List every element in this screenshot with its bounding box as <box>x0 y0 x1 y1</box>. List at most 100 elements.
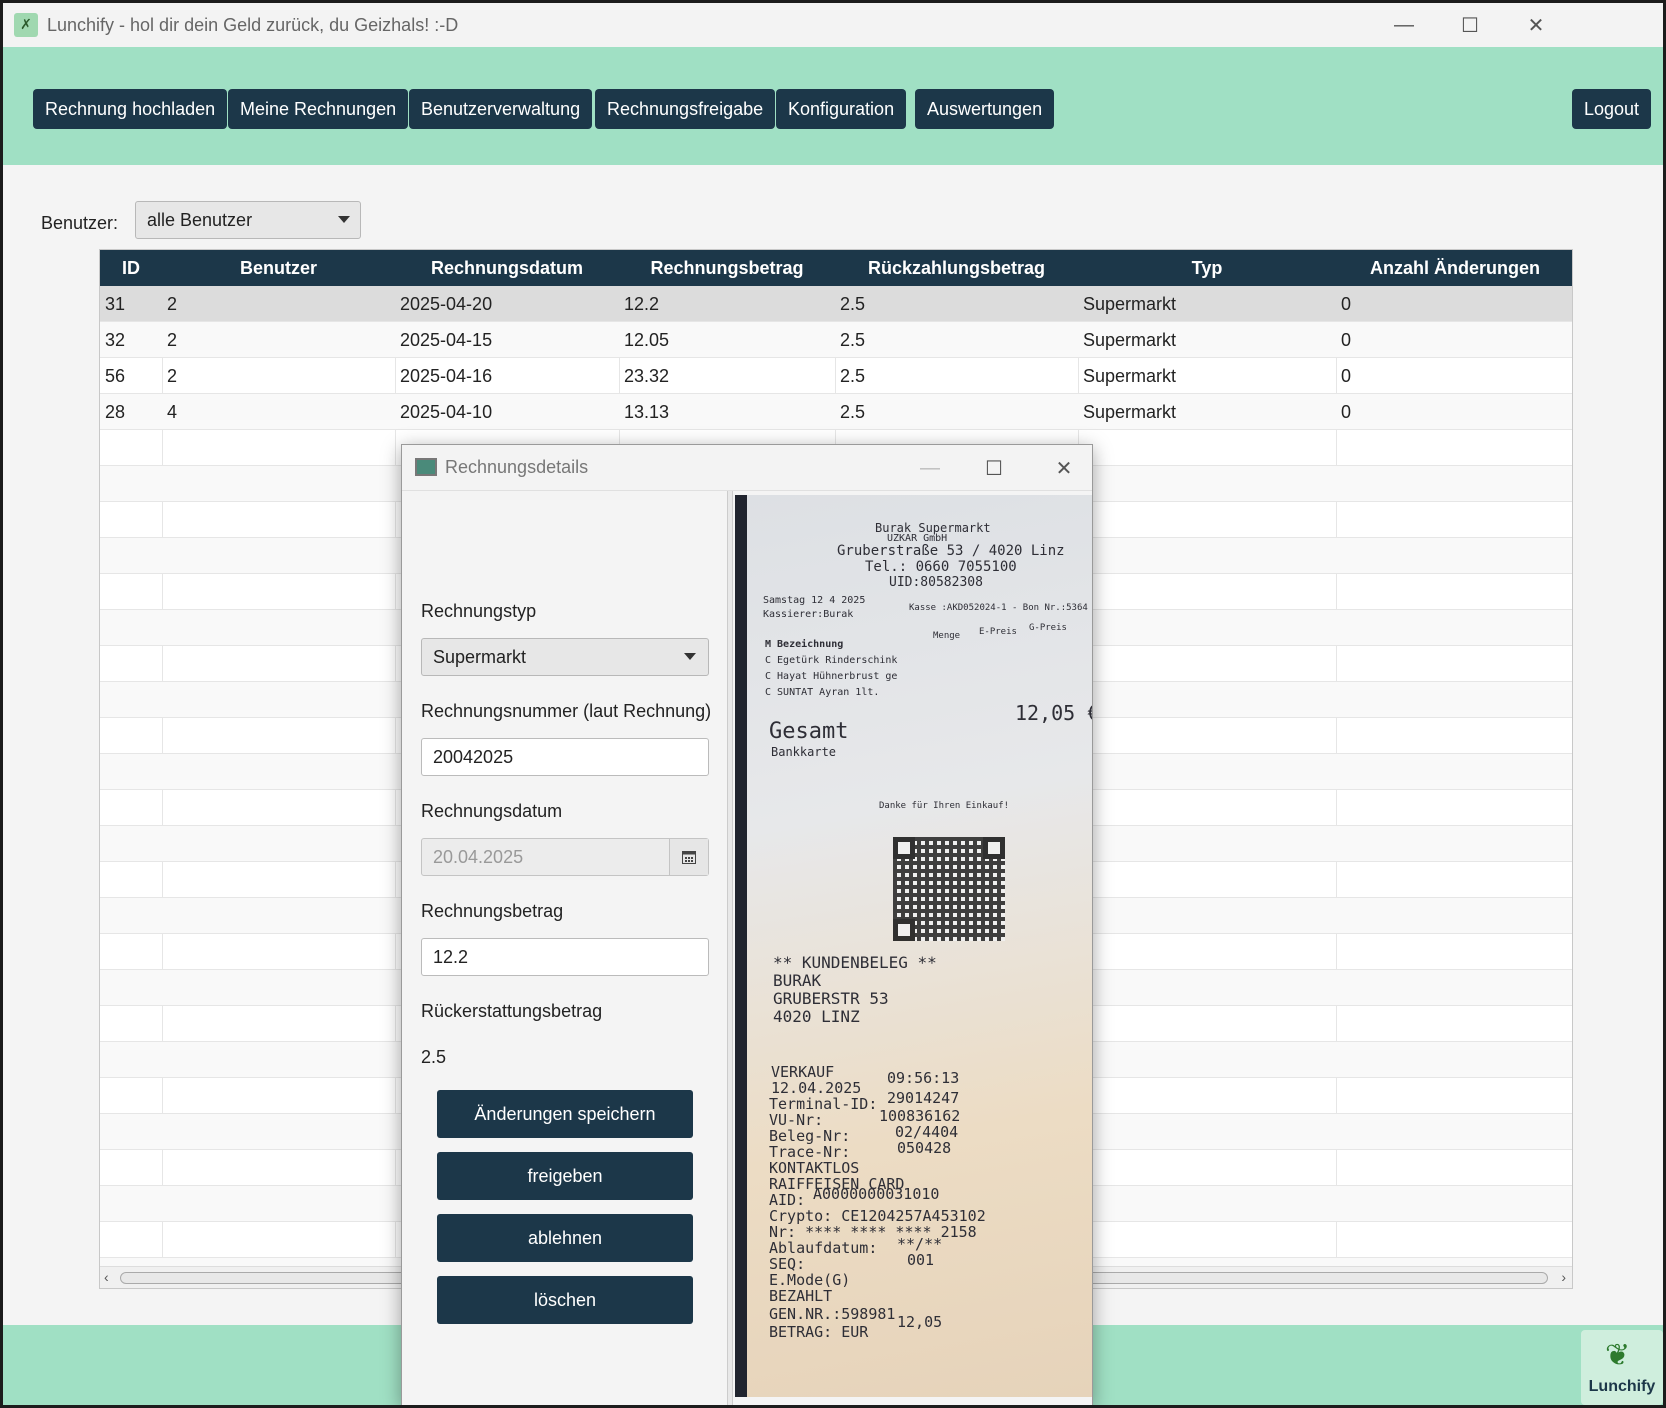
window-title: Lunchify - hol dir dein Geld zurück, du … <box>47 15 459 35</box>
cell-type: Supermarkt <box>1083 402 1177 422</box>
table-row[interactable]: 32 2 2025-04-15 12.05 2.5 Supermarkt 0 <box>100 322 1572 358</box>
app-window: ✗ Lunchify - hol dir dein Geld zurück, d… <box>3 3 1663 1405</box>
dialog-title: Rechnungsdetails <box>445 457 589 477</box>
calendar-icon[interactable] <box>669 839 708 875</box>
invoice-date-picker[interactable]: 20.04.2025 <box>421 838 709 876</box>
invoice-details-dialog: Rechnungsdetails — ☐ ✕ Rechnungstyp Supe… <box>401 444 1093 1405</box>
receipt-line: Samstag 12 4 2025 <box>763 595 866 606</box>
receipt-line: 4020 LINZ <box>773 1007 860 1026</box>
approve-button[interactable]: freigeben <box>437 1152 693 1200</box>
logo-text: Lunchify <box>1588 1378 1656 1395</box>
save-changes-button[interactable]: Änderungen speichern <box>437 1090 693 1138</box>
logout-button[interactable]: Logout <box>1572 89 1652 129</box>
cell-type: Supermarkt <box>1083 366 1177 386</box>
close-icon[interactable]: ✕ <box>1513 9 1559 41</box>
column-header-type[interactable]: Typ <box>1078 250 1336 286</box>
receipt-line: M Bezeichnung <box>765 639 844 650</box>
receipt-line: BETRAG: EUR <box>769 1323 869 1341</box>
receipt-line: 050428 <box>897 1139 952 1157</box>
cell-refund: 2.5 <box>840 294 866 314</box>
column-header-user[interactable]: Benutzer <box>162 250 395 286</box>
receipt-line: E-Preis <box>979 627 1017 637</box>
column-header-changes[interactable]: Anzahl Änderungen <box>1336 250 1572 286</box>
scroll-right-icon[interactable]: › <box>1561 1269 1566 1285</box>
table-row[interactable]: 28 4 2025-04-10 13.13 2.5 Supermarkt 0 <box>100 394 1572 430</box>
receipt-line: C Hayat Hühnerbrust ge <box>765 671 898 682</box>
column-header-id[interactable]: ID <box>100 250 162 286</box>
receipt-paper: Burak Supermarkt UZKAR GmbH Gruberstraße… <box>747 495 1092 1397</box>
dialog-app-icon <box>415 458 437 476</box>
receipt-line: BEZAHLT <box>769 1287 833 1305</box>
delete-button[interactable]: löschen <box>437 1276 693 1324</box>
receipt-line: G-Preis <box>1029 623 1067 633</box>
split-pane-divider[interactable] <box>727 491 733 1405</box>
cell-id: 32 <box>105 330 126 350</box>
dialog-maximize-icon[interactable]: ☐ <box>974 453 1014 483</box>
receipt-line: 29014247 <box>887 1089 960 1107</box>
receipt-line: GEN.NR.:598981 <box>769 1305 896 1323</box>
app-icon: ✗ <box>14 13 38 37</box>
scroll-left-icon[interactable]: ‹ <box>104 1269 109 1285</box>
cell-changes: 0 <box>1341 402 1352 422</box>
table-row[interactable]: 31 2 2025-04-20 12.2 2.5 Supermarkt 0 <box>100 286 1572 322</box>
invoice-type-label: Rechnungstyp <box>421 601 537 621</box>
reports-button[interactable]: Auswertungen <box>915 89 1055 129</box>
receipt-line: 12,05 € <box>1015 701 1092 725</box>
receipt-line: Gesamt <box>769 719 849 744</box>
main-nav: Rechnung hochladen Meine Rechnungen Benu… <box>3 47 1663 165</box>
cell-id: 28 <box>105 402 126 422</box>
column-header-amount[interactable]: Rechnungsbetrag <box>619 250 835 286</box>
invoice-type-value: Supermarkt <box>433 647 527 667</box>
invoice-amount-input[interactable]: 12.2 <box>421 938 709 976</box>
column-header-date[interactable]: Rechnungsdatum <box>395 250 619 286</box>
user-filter-value: alle Benutzer <box>147 210 253 230</box>
receipt-line: Gruberstraße 53 / 4020 Linz <box>837 543 1065 559</box>
dialog-title-bar: Rechnungsdetails — ☐ ✕ <box>402 445 1092 491</box>
cell-amount: 12.05 <box>624 330 670 350</box>
configuration-button[interactable]: Konfiguration <box>776 89 907 129</box>
leaf-icon: ❦ <box>1605 1339 1631 1372</box>
user-filter-select[interactable]: alle Benutzer <box>135 201 361 239</box>
dropdown-arrow-icon <box>684 653 696 660</box>
receipt-line: ** KUNDENBELEG ** <box>773 953 937 972</box>
dialog-close-icon[interactable]: ✕ <box>1044 453 1084 483</box>
cell-type: Supermarkt <box>1083 294 1177 314</box>
cell-amount: 13.13 <box>624 402 670 422</box>
cell-id: 31 <box>105 294 126 314</box>
invoice-type-select[interactable]: Supermarkt <box>421 638 709 676</box>
cell-refund: 2.5 <box>840 330 866 350</box>
receipt-line: C SUNTAT Ayran 1lt. <box>765 687 880 698</box>
lunchify-logo: ❦ Lunchify <box>1581 1330 1663 1405</box>
invoice-number-input[interactable]: 20042025 <box>421 738 709 776</box>
receipt-line: 09:56:13 <box>887 1069 960 1087</box>
cell-changes: 0 <box>1341 366 1352 386</box>
cell-id: 56 <box>105 366 126 386</box>
invoice-approval-button[interactable]: Rechnungsfreigabe <box>595 89 776 129</box>
receipt-image: Burak Supermarkt UZKAR GmbH Gruberstraße… <box>735 495 1092 1397</box>
cell-refund: 2.5 <box>840 366 866 386</box>
cell-changes: 0 <box>1341 330 1352 350</box>
dialog-minimize-icon[interactable]: — <box>910 453 950 483</box>
table-row[interactable]: 56 2 2025-04-16 23.32 2.5 Supermarkt 0 <box>100 358 1572 394</box>
refund-amount-value: 2.5 <box>421 1047 447 1067</box>
invoice-amount-label: Rechnungsbetrag <box>421 901 564 921</box>
cell-type: Supermarkt <box>1083 330 1177 350</box>
maximize-icon[interactable]: ☐ <box>1447 9 1493 41</box>
invoice-form: Rechnungstyp Supermarkt Rechnungsnummer … <box>402 491 725 1405</box>
user-management-button[interactable]: Benutzerverwaltung <box>409 89 593 129</box>
title-bar: ✗ Lunchify - hol dir dein Geld zurück, d… <box>3 3 1663 47</box>
reject-button[interactable]: ablehnen <box>437 1214 693 1262</box>
my-invoices-button[interactable]: Meine Rechnungen <box>228 89 409 129</box>
receipt-line: UID:80582308 <box>889 575 983 590</box>
receipt-line: Danke für Ihren Einkauf! <box>879 801 1010 811</box>
cell-date: 2025-04-15 <box>400 330 493 350</box>
refund-amount-label: Rückerstattungsbetrag <box>421 1001 603 1021</box>
cell-user: 2 <box>167 366 178 386</box>
receipt-line: 12,05 <box>897 1313 943 1331</box>
minimize-icon[interactable]: — <box>1381 9 1427 41</box>
cell-date: 2025-04-20 <box>400 294 493 314</box>
receipt-line: Menge <box>933 631 961 641</box>
upload-invoice-button[interactable]: Rechnung hochladen <box>33 89 228 129</box>
cell-user: 2 <box>167 330 178 350</box>
column-header-refund[interactable]: Rückzahlungsbetrag <box>835 250 1078 286</box>
